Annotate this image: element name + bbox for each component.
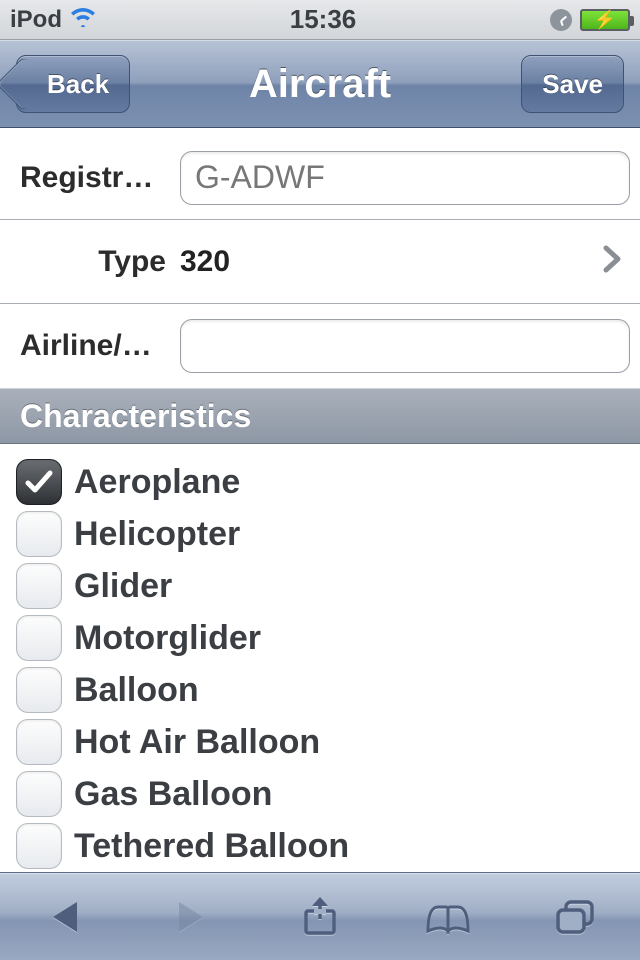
list-item[interactable]: Tethered Balloon: [16, 820, 624, 872]
checkbox-label: Aeroplane: [74, 463, 240, 502]
checkbox-label: Motorglider: [74, 619, 261, 658]
airline-row: Airline/O...: [0, 304, 640, 388]
registration-label: Registrati...: [20, 161, 180, 195]
checkbox-label: Tethered Balloon: [74, 827, 349, 866]
checkbox-label: Hot Air Balloon: [74, 723, 320, 762]
clock-icon: [550, 9, 572, 31]
checkbox-label: Gas Balloon: [74, 775, 272, 814]
page-title: Aircraft: [249, 62, 391, 107]
save-button-label: Save: [542, 69, 603, 100]
characteristics-list: Aeroplane Helicopter Glider Motorglider Ball…: [0, 444, 640, 872]
back-nav-button[interactable]: [20, 887, 108, 947]
list-item[interactable]: Motorglider: [16, 612, 624, 664]
list-item[interactable]: Aeroplane: [16, 456, 624, 508]
checkbox-label: Glider: [74, 567, 172, 606]
clock-label: 15:36: [290, 4, 357, 35]
chevron-right-icon: [602, 239, 622, 284]
checkbox-label: Balloon: [74, 671, 199, 710]
checkbox[interactable]: [16, 823, 62, 869]
battery-icon: ⚡: [580, 9, 630, 31]
checkbox-label: Helicopter: [74, 515, 240, 554]
list-item[interactable]: Helicopter: [16, 508, 624, 560]
type-row[interactable]: Type 320: [0, 220, 640, 304]
airline-input[interactable]: [180, 319, 630, 373]
checkbox[interactable]: [16, 667, 62, 713]
checkbox[interactable]: [16, 459, 62, 505]
browser-toolbar: [0, 872, 640, 960]
share-button[interactable]: [276, 887, 364, 947]
list-item[interactable]: Hot Air Balloon: [16, 716, 624, 768]
type-label: Type: [20, 245, 180, 279]
bookmarks-button[interactable]: [404, 887, 492, 947]
tabs-button[interactable]: [532, 887, 620, 947]
registration-row: Registrati...: [0, 136, 640, 220]
type-value: 320: [180, 245, 602, 279]
status-bar: iPod 15:36 ⚡: [0, 0, 640, 40]
carrier-label: iPod: [10, 6, 62, 34]
nav-header: Back Aircraft Save: [0, 40, 640, 128]
list-item[interactable]: Glider: [16, 560, 624, 612]
save-button[interactable]: Save: [521, 55, 624, 113]
list-item[interactable]: Balloon: [16, 664, 624, 716]
checkbox[interactable]: [16, 563, 62, 609]
forward-nav-button[interactable]: [148, 887, 236, 947]
checkbox[interactable]: [16, 771, 62, 817]
checkbox[interactable]: [16, 719, 62, 765]
back-button-label: Back: [47, 69, 109, 100]
content-area: Registrati... Type 320 Airline/O... Char…: [0, 128, 640, 872]
characteristics-header: Characteristics: [0, 388, 640, 444]
wifi-icon: [70, 6, 96, 34]
back-button[interactable]: Back: [16, 55, 130, 113]
checkbox[interactable]: [16, 615, 62, 661]
registration-input[interactable]: [180, 151, 630, 205]
airline-label: Airline/O...: [20, 329, 180, 363]
list-item[interactable]: Gas Balloon: [16, 768, 624, 820]
checkbox[interactable]: [16, 511, 62, 557]
